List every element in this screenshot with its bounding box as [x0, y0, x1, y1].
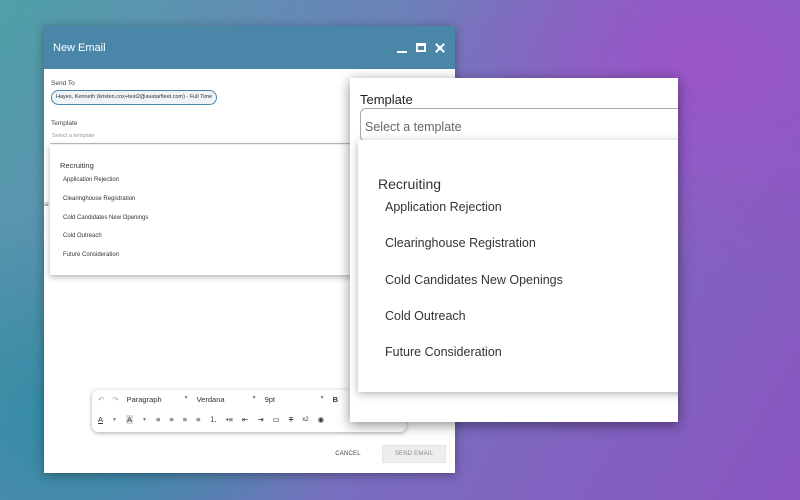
font-size-select[interactable]: 9pt ▼ [265, 395, 325, 404]
maximize-icon[interactable] [416, 43, 426, 52]
template-option[interactable]: Application Rejection [60, 177, 358, 196]
zoom-template-select[interactable]: Select a template [360, 108, 678, 142]
table-icon[interactable]: ▭ [273, 415, 280, 424]
font-family-value: Verdana [196, 395, 225, 404]
cancel-button[interactable]: CANCEL [326, 445, 370, 463]
font-family-select[interactable]: Verdana ▼ [197, 395, 257, 404]
highlight-button[interactable]: A [125, 415, 133, 424]
template-option[interactable]: Cold Outreach [60, 233, 358, 252]
template-zoom-panel: Template Select a template Recruiting Ap… [350, 78, 678, 422]
bullet-list-icon[interactable]: •≡ [226, 415, 233, 424]
template-option[interactable]: Clearinghouse Registration [60, 196, 358, 215]
zoom-template-group-label: Recruiting [378, 176, 442, 192]
bold-button[interactable]: B [333, 395, 338, 404]
align-center-icon[interactable]: ≡ [169, 415, 173, 424]
zoom-template-option[interactable]: Cold Outreach [378, 305, 678, 341]
subscript-button[interactable]: x2 [302, 417, 308, 423]
window-title: New Email [53, 41, 106, 54]
align-left-icon[interactable]: ≡ [156, 415, 160, 424]
recipient-chip[interactable]: Hayes, Kenneth (kristen.cox+test2@avatar… [51, 90, 218, 105]
zoom-template-option[interactable]: Application Rejection [378, 196, 678, 232]
redo-icon[interactable]: ↷ [112, 395, 118, 404]
zoom-template-label: Template [360, 92, 413, 107]
close-icon[interactable] [434, 42, 446, 54]
undo-icon[interactable]: ↶ [98, 395, 104, 404]
outdent-icon[interactable]: ⇤ [242, 415, 248, 424]
minimize-icon[interactable] [396, 42, 408, 54]
font-size-value: 9pt [264, 395, 276, 404]
template-option[interactable]: Cold Candidates New Openings [60, 215, 358, 234]
send-to-label: Send To [51, 80, 75, 87]
block-format-value: Paragraph [126, 395, 162, 404]
zoom-template-dropdown: Recruiting Application Rejection Clearin… [358, 140, 678, 392]
chevron-down-icon: ▼ [251, 395, 257, 401]
template-label: Template [51, 120, 78, 127]
template-select[interactable]: Select a template [50, 130, 350, 144]
clear-format-button[interactable]: T [289, 415, 294, 424]
indent-icon[interactable]: ⇥ [257, 415, 263, 424]
chevron-down-icon: ▼ [183, 395, 189, 401]
eye-icon[interactable]: ◉ [318, 415, 325, 424]
window-header: New Email [44, 26, 455, 69]
chevron-down-icon[interactable]: ▼ [112, 417, 117, 423]
numbered-list-icon[interactable]: ⒈ [210, 414, 218, 425]
chevron-down-icon: ▼ [319, 395, 325, 401]
send-email-button[interactable]: SEND EMAIL [382, 445, 446, 463]
zoom-template-option[interactable]: Future Consideration [378, 341, 678, 377]
zoom-template-option[interactable]: Clearinghouse Registration [378, 232, 678, 268]
list-icon: ≡ [44, 200, 49, 209]
block-format-select[interactable]: Paragraph ▼ [127, 395, 189, 404]
align-justify-icon[interactable]: ≡ [196, 415, 200, 424]
template-group-label: Recruiting [60, 161, 94, 170]
align-right-icon[interactable]: ≡ [183, 415, 187, 424]
font-color-button[interactable]: A [98, 415, 103, 424]
chevron-down-icon[interactable]: ▼ [142, 417, 147, 423]
template-option[interactable]: Future Consideration [60, 252, 358, 271]
template-dropdown: Recruiting Application Rejection Clearin… [50, 145, 358, 275]
zoom-template-option[interactable]: Cold Candidates New Openings [378, 269, 678, 305]
